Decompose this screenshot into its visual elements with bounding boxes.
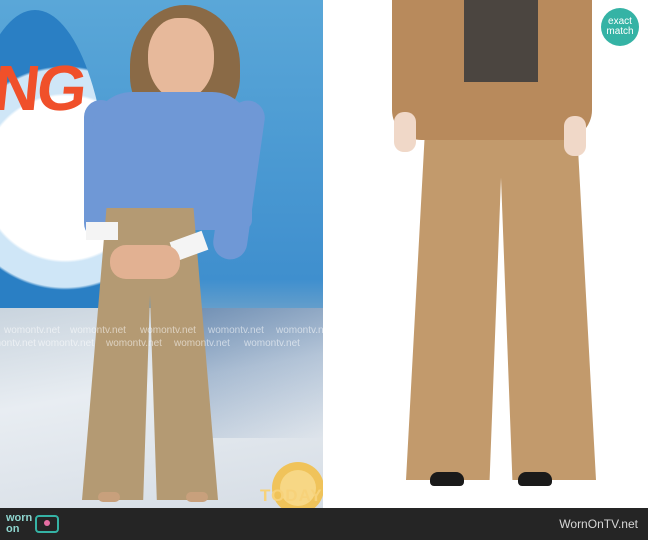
presenter-hands — [110, 245, 180, 279]
watermark-7: womontv.net — [38, 338, 94, 349]
product-vest — [464, 0, 538, 82]
watermark-10: womontv.net — [244, 338, 300, 349]
watermark-6: womontv.net — [0, 338, 36, 349]
footer-bar: worn on WornOnTV.net — [0, 508, 648, 540]
model-boot-right — [518, 472, 552, 486]
presenter-shoe-left — [98, 492, 120, 502]
presenter-shoe-right — [186, 492, 208, 502]
watermark-4: womontv.net — [208, 325, 264, 336]
watermark-9: womontv.net — [174, 338, 230, 349]
badge-text-match: match — [606, 26, 634, 37]
model-right-hand — [564, 116, 586, 156]
model-boot-left — [430, 472, 464, 486]
studio-sign-text-2: T — [0, 152, 43, 232]
brand-word-on: on — [6, 523, 20, 535]
worn-on-tv-logo[interactable]: worn on — [6, 511, 60, 537]
watermark-8: womontv.net — [106, 338, 162, 349]
exact-match-badge: exact match — [601, 8, 639, 46]
model-left-hand — [394, 112, 416, 152]
watermark-3: womontv.net — [140, 325, 196, 336]
tv-icon — [35, 515, 60, 533]
left-episode-photo: NG T TODAY womontv.net womontv.net womon… — [0, 0, 324, 508]
watermark-1: womontv.net — [4, 325, 60, 336]
shirt-cuff-left — [86, 222, 118, 240]
watermark-2: womontv.net — [70, 325, 126, 336]
studio-sign-text: NG — [0, 52, 88, 124]
today-show-logo-text: TODAY — [260, 486, 323, 505]
watermark-5: womontv.net — [276, 325, 324, 336]
right-product-photo: exact match — [324, 0, 648, 508]
site-name[interactable]: WornOnTV.net — [559, 517, 638, 531]
presenter-face — [148, 18, 214, 100]
